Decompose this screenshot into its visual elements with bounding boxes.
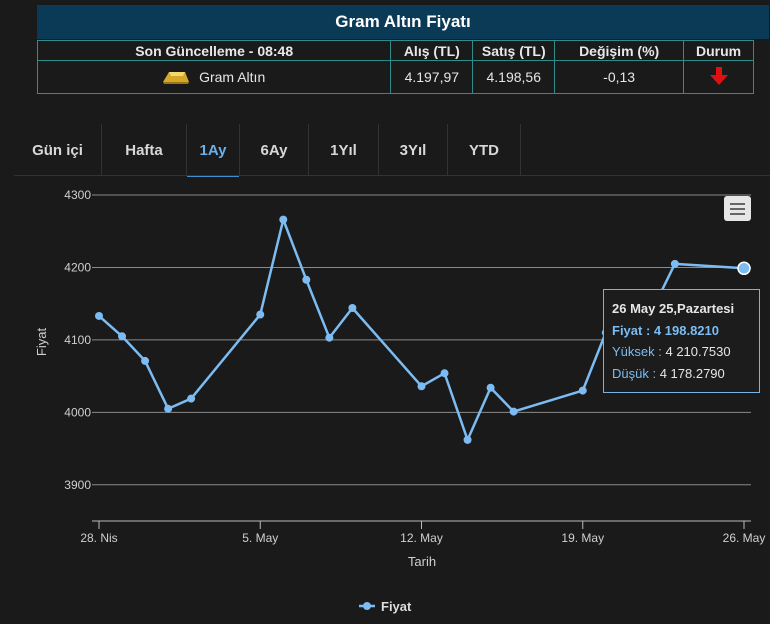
table-row: Gram Altın 4.197,97 4.198,56 -0,13 (36, 60, 754, 94)
data-point (348, 304, 357, 313)
data-point (95, 311, 103, 320)
tab-intraday[interactable]: Gün içi (14, 124, 102, 176)
y-tick-label: 4200 (64, 260, 91, 274)
chart-menu-button[interactable] (724, 196, 751, 221)
tab-6-months[interactable]: 6Ay (240, 124, 309, 176)
data-point (417, 382, 426, 391)
tab-1-month[interactable]: 1Ay (187, 124, 240, 177)
hamburger-menu-icon (730, 203, 745, 205)
data-point (279, 215, 288, 224)
header-change: Değişim (%) (554, 40, 685, 61)
x-tick-label: 12. May (400, 531, 443, 545)
data-point (486, 383, 495, 392)
data-point (463, 435, 472, 444)
tooltip-low-key: Düşük : (612, 365, 657, 381)
gold-name-cell: Gram Altın (36, 60, 392, 94)
data-point (164, 404, 173, 413)
gold-bar-icon (163, 72, 190, 84)
tooltip-high-key: Yüksek : (612, 344, 662, 359)
price-chart: 3900 4000 4100 4200 4300 28. Nis 5. May 12. May… (34, 188, 766, 614)
price-table-header: Son Güncelleme - 08:48 Alış (TL) Satış (… (36, 40, 754, 61)
tooltip-price: Fiyat : 4 198.8210 (612, 320, 751, 342)
down-arrow-icon (709, 66, 728, 85)
data-point (509, 407, 518, 416)
data-point (440, 369, 449, 378)
y-tick-label: 4100 (64, 333, 91, 347)
x-tick-label: 19. May (561, 531, 604, 545)
data-point (256, 310, 265, 319)
legend-label: Fiyat (381, 599, 412, 614)
tooltip-date: 26 May 25,Pazartesi (612, 301, 735, 316)
status-cell (683, 60, 754, 94)
tooltip-price-value: 4 198.8210 (653, 322, 719, 338)
hovered-point (737, 261, 751, 276)
header-buy: Alış (TL) (390, 40, 474, 61)
data-point (118, 332, 127, 341)
data-point (670, 259, 679, 268)
price-table: Son Güncelleme - 08:48 Alış (TL) Satış (… (36, 40, 754, 94)
tab-3-years[interactable]: 3Yıl (379, 124, 448, 176)
x-tick-label: 5. May (242, 531, 278, 545)
buy-price: 4.197,97 (390, 60, 474, 94)
header-status: Durum (683, 40, 754, 61)
header-last-update: Son Güncelleme - 08:48 (36, 40, 392, 61)
data-point (578, 386, 587, 395)
sell-price: 4.198,56 (472, 60, 556, 94)
y-axis-title: Fiyat (34, 328, 49, 357)
hamburger-menu-icon (730, 213, 745, 215)
y-tick-label: 3900 (64, 478, 91, 492)
data-point (141, 356, 150, 365)
data-point (302, 275, 311, 284)
data-point (325, 333, 334, 342)
y-tick-label: 4000 (64, 405, 91, 419)
data-point (187, 394, 196, 403)
y-tick-label: 4300 (64, 188, 91, 202)
tooltip-low: Düşük : 4 178.2790 (612, 363, 751, 385)
tab-1-year[interactable]: 1Yıl (309, 124, 379, 176)
x-axis-title: Tarih (408, 554, 436, 569)
tab-week[interactable]: Hafta (102, 124, 187, 176)
tab-ytd[interactable]: YTD (448, 124, 521, 176)
header-sell: Satış (TL) (472, 40, 556, 61)
tooltip-high: Yüksek : 4 210.7530 (612, 341, 751, 363)
tooltip-low-value: 4 178.2790 (659, 365, 725, 381)
x-tick-label: 28. Nis (80, 531, 117, 545)
chart-tooltip: 26 May 25,Pazartesi Fiyat : 4 198.8210 Y… (603, 289, 760, 393)
change-percent: -0,13 (554, 60, 685, 94)
tooltip-price-key: Fiyat : (612, 322, 651, 338)
range-tabs: Gün içi Hafta 1Ay 6Ay 1Yıl 3Yıl YTD (14, 124, 521, 177)
widget-title: Gram Altın Fiyatı (37, 5, 769, 39)
legend-marker (363, 602, 371, 610)
hamburger-menu-icon (730, 208, 745, 210)
x-tick-label: 26. May (723, 531, 766, 545)
gold-name: Gram Altın (199, 69, 266, 85)
tooltip-high-value: 4 210.7530 (665, 344, 731, 359)
